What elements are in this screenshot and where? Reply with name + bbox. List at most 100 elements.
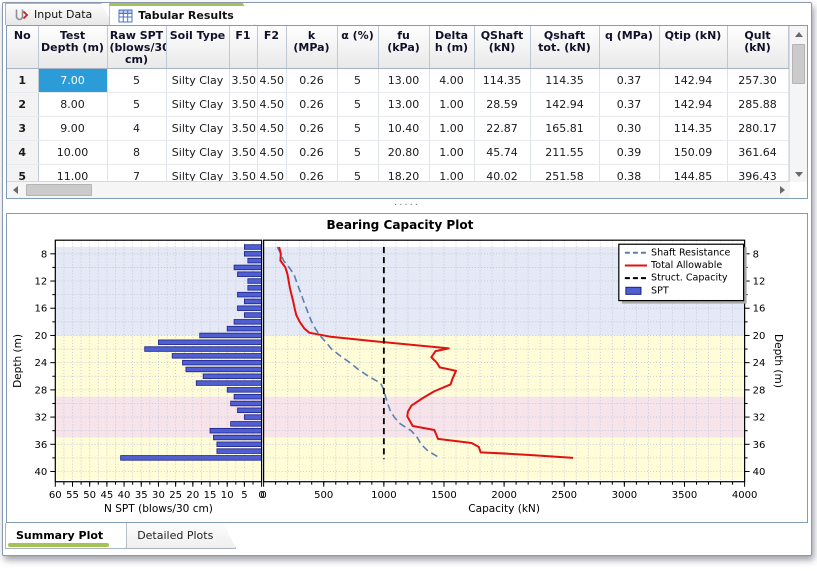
table-cell[interactable]: 0.37	[599, 68, 660, 93]
table-cell[interactable]: 1.00	[429, 92, 475, 117]
table-cell[interactable]: 0.26	[286, 68, 338, 93]
scroll-right-button[interactable]	[774, 182, 790, 198]
table-row: 4 10.00 8 Silty Clay 3.50 4.50 0.26 5 20.80 1.00 4…	[7, 140, 789, 165]
pile-section-icon	[14, 8, 29, 22]
svg-text:60: 60	[49, 490, 62, 501]
column-header: Test Depth (m)	[38, 26, 108, 69]
svg-text:24: 24	[34, 358, 47, 369]
table-cell[interactable]: 8	[107, 140, 167, 165]
row-number-cell[interactable]: 1	[7, 68, 39, 93]
svg-text:35: 35	[135, 490, 148, 501]
table-cell[interactable]: Silty Clay	[166, 116, 230, 141]
table-cell[interactable]: 114.35	[530, 68, 600, 93]
bottom-tab-bar: Summary Plot Detailed Plots	[3, 523, 811, 549]
table-cell[interactable]: Silty Clay	[166, 68, 230, 93]
row-number-cell[interactable]: 3	[7, 116, 39, 141]
table-cell[interactable]: 4.50	[257, 92, 287, 117]
table-cell[interactable]: 142.94	[530, 92, 600, 117]
svg-text:Struct. Capacity: Struct. Capacity	[651, 273, 728, 284]
tab-tabular-results[interactable]: Tabular Results	[109, 3, 255, 25]
column-header: Raw SPT (blows/30 cm)	[107, 26, 167, 69]
table-cell[interactable]: 1.00	[429, 140, 475, 165]
table-cell[interactable]: 0.37	[599, 92, 660, 117]
table-cell[interactable]: 285.88	[727, 92, 789, 117]
table-cell[interactable]: 0.26	[286, 116, 338, 141]
table-cell[interactable]: 280.17	[727, 116, 789, 141]
table-cell[interactable]: 0.26	[286, 92, 338, 117]
table-cell[interactable]: 3.50	[229, 68, 258, 93]
svg-text:32: 32	[753, 413, 766, 424]
svg-text:28: 28	[753, 385, 766, 396]
table-cell[interactable]: 114.35	[659, 116, 728, 141]
table-cell[interactable]: 9.00	[38, 116, 108, 141]
panel-splitter[interactable]: ·····	[3, 199, 811, 213]
table-cell[interactable]: 4.50	[257, 116, 287, 141]
svg-text:45: 45	[100, 490, 113, 501]
table-cell[interactable]: 20.80	[378, 140, 430, 165]
scroll-up-button[interactable]	[790, 26, 807, 42]
table-cell[interactable]: 22.87	[474, 116, 531, 141]
table-cell[interactable]: 8.00	[38, 92, 108, 117]
table-cell[interactable]: 257.30	[727, 68, 789, 93]
table-cell[interactable]: 4.50	[257, 68, 287, 93]
table-cell[interactable]: 45.74	[474, 140, 531, 165]
table-cell[interactable]: 5	[337, 68, 379, 93]
table-cell[interactable]: 0.30	[599, 116, 660, 141]
tab-label: Tabular Results	[138, 9, 234, 22]
table-cell[interactable]: 0.26	[286, 140, 338, 165]
table-cell[interactable]: 5	[107, 68, 167, 93]
svg-text:Capacity (kN): Capacity (kN)	[468, 503, 540, 515]
table-cell[interactable]: 150.09	[659, 140, 728, 165]
table-cell[interactable]: 28.59	[474, 92, 531, 117]
tab-summary-plot[interactable]: Summary Plot	[5, 523, 126, 549]
row-number-cell[interactable]: 4	[7, 140, 39, 165]
table-cell[interactable]: 142.94	[659, 68, 728, 93]
column-header: Delta h (m)	[429, 26, 475, 69]
table-cell[interactable]: 5	[337, 116, 379, 141]
svg-text:36: 36	[34, 440, 47, 451]
table-cell[interactable]: 5	[107, 92, 167, 117]
table-cell[interactable]: 165.81	[530, 116, 600, 141]
table-cell[interactable]: Silty Clay	[166, 140, 230, 165]
svg-text:16: 16	[753, 304, 766, 315]
table-cell[interactable]: 3.50	[229, 116, 258, 141]
vertical-scrollbar[interactable]	[789, 26, 807, 182]
table-cell[interactable]: 3.50	[229, 92, 258, 117]
svg-text:3500: 3500	[672, 490, 698, 501]
table-cell[interactable]: 211.55	[530, 140, 600, 165]
scroll-down-button[interactable]	[790, 166, 807, 182]
svg-text:16: 16	[34, 304, 47, 315]
table-cell[interactable]: 10.40	[378, 116, 430, 141]
table-cell[interactable]: Silty Clay	[166, 92, 230, 117]
horizontal-scroll-thumb[interactable]	[26, 184, 92, 196]
table-cell[interactable]: 5	[337, 140, 379, 165]
tab-input-data[interactable]: Input Data	[5, 3, 113, 25]
table-cell[interactable]: 4.00	[429, 68, 475, 93]
table-cell[interactable]: 13.00	[378, 92, 430, 117]
tab-label: Detailed Plots	[137, 529, 214, 542]
horizontal-scrollbar[interactable]	[7, 181, 790, 198]
table-cell[interactable]: 142.94	[659, 92, 728, 117]
svg-text:1000: 1000	[371, 490, 397, 501]
vertical-scroll-thumb[interactable]	[792, 44, 805, 84]
table-cell[interactable]: 114.35	[474, 68, 531, 93]
table-cell[interactable]: 10.00	[38, 140, 108, 165]
svg-text:3000: 3000	[612, 490, 638, 501]
scroll-left-button[interactable]	[7, 182, 23, 198]
column-header: Qtip (kN)	[659, 26, 728, 69]
column-header: Soil Type	[166, 26, 230, 69]
table-cell[interactable]: 4.50	[257, 140, 287, 165]
table-cell[interactable]: 4	[107, 116, 167, 141]
row-number-cell[interactable]: 2	[7, 92, 39, 117]
table-cell[interactable]: 13.00	[378, 68, 430, 93]
table-cell[interactable]: 361.64	[727, 140, 789, 165]
svg-text:Depth (m): Depth (m)	[772, 334, 784, 388]
table-cell[interactable]: 7.00	[38, 68, 108, 93]
table-cell[interactable]: 5	[337, 92, 379, 117]
tab-detailed-plots[interactable]: Detailed Plots	[126, 523, 236, 549]
table-cell[interactable]: 0.39	[599, 140, 660, 165]
table-cell[interactable]: 3.50	[229, 140, 258, 165]
svg-text:12: 12	[34, 277, 47, 288]
table-cell[interactable]: 1.00	[429, 116, 475, 141]
svg-text:2000: 2000	[491, 490, 517, 501]
